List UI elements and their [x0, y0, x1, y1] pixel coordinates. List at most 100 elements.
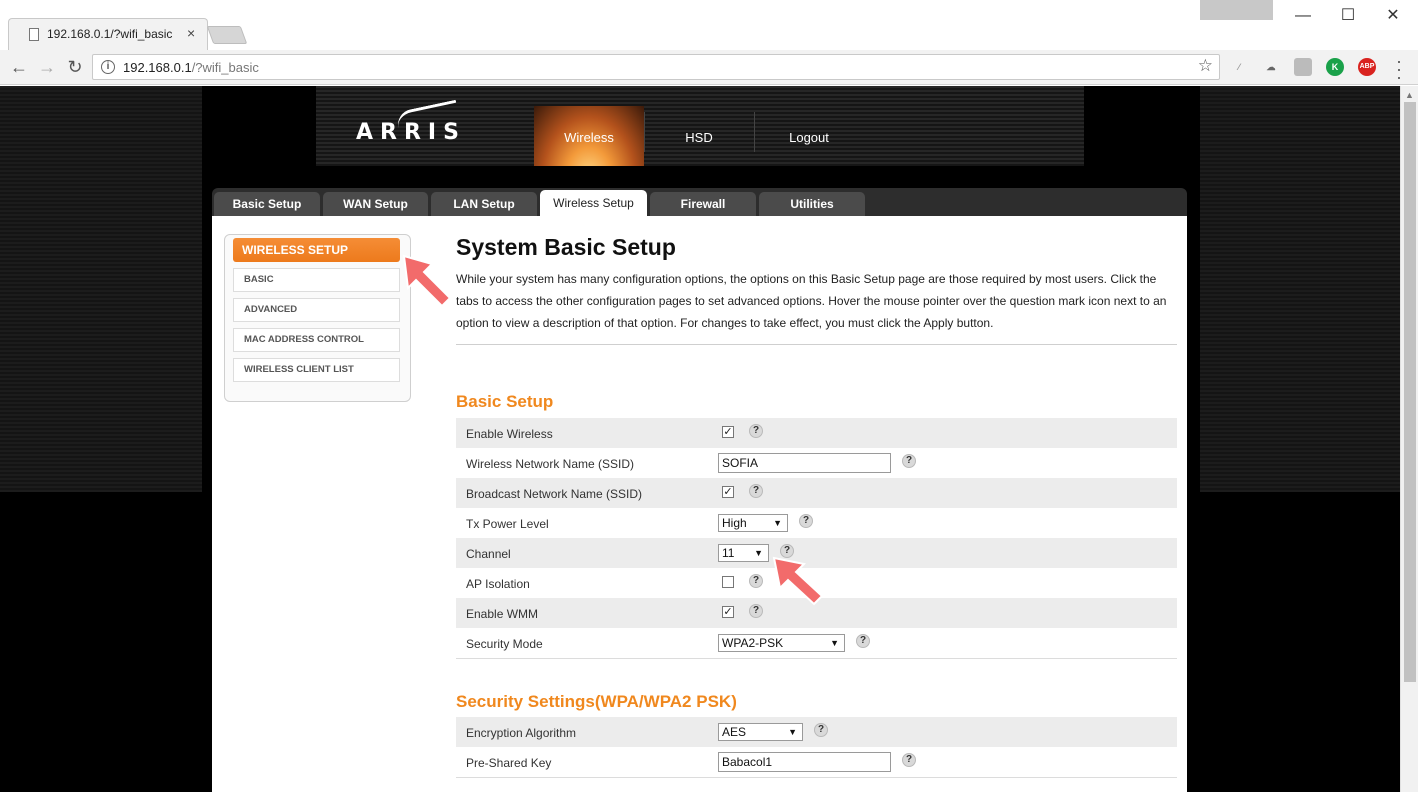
cloud-extension-icon[interactable]: ☁ [1262, 58, 1280, 76]
help-icon[interactable]: ? [749, 424, 763, 438]
chevron-down-icon: ▼ [773, 518, 782, 528]
broadcast-ssid-checkbox[interactable]: ✓ [722, 486, 734, 498]
enable-wmm-label: Enable WMM [466, 607, 539, 621]
security-mode-row: Security Mode WPA2-PSK ▼ ? [456, 628, 1177, 658]
scroll-up-icon[interactable]: ▲ [1405, 90, 1414, 100]
page-scrollbar[interactable]: ▲ [1400, 86, 1418, 792]
help-icon[interactable]: ? [814, 723, 828, 737]
tx-power-row: Tx Power Level High ▼ ? [456, 508, 1177, 538]
annotation-arrow [402, 254, 452, 308]
titlebar-block [1200, 0, 1273, 20]
tab-wan-setup[interactable]: WAN Setup [323, 192, 428, 216]
address-bar[interactable]: i 192.168.0.1/?wifi_basic ☆ [92, 54, 1220, 80]
basic-setup-title: Basic Setup [456, 392, 554, 411]
channel-label: Channel [466, 547, 511, 561]
browser-menu-icon[interactable]: · · · [1396, 52, 1402, 86]
wand-extension-icon[interactable]: ⁄ [1230, 58, 1248, 76]
maximize-button[interactable]: ☐ [1325, 2, 1371, 30]
reload-icon[interactable]: ↻ [64, 56, 86, 78]
page-icon [29, 28, 39, 41]
window-extension-icon[interactable] [1294, 58, 1312, 76]
tab-lan-setup[interactable]: LAN Setup [431, 192, 537, 216]
psk-input[interactable]: Babacol1 [718, 752, 891, 772]
help-icon[interactable]: ? [749, 484, 763, 498]
url-path: /?wifi_basic [191, 60, 259, 75]
security-mode-select[interactable]: WPA2-PSK ▼ [718, 634, 845, 652]
encryption-row: Encryption Algorithm AES ▼ ? [456, 717, 1177, 747]
browser-tab-title: 192.168.0.1/?wifi_basic [47, 27, 173, 41]
intro-text: While your system has many configuration… [456, 272, 1167, 330]
security-settings-title: Security Settings(WPA/WPA2 PSK) [456, 692, 737, 711]
tab-firewall[interactable]: Firewall [650, 192, 756, 216]
new-tab-button[interactable] [206, 26, 248, 44]
divider [456, 344, 1177, 345]
bookmark-star-icon[interactable]: ☆ [1198, 56, 1213, 76]
security-mode-value: WPA2-PSK [722, 636, 784, 650]
chevron-down-icon: ▼ [830, 638, 839, 648]
annotation-arrow [772, 556, 824, 606]
content-panel: WIRELESS SETUP BASIC ADVANCED MAC ADDRES… [212, 216, 1187, 792]
topnav-logout[interactable]: Logout [754, 106, 864, 166]
enable-wmm-checkbox[interactable]: ✓ [722, 606, 734, 618]
k-extension-icon[interactable]: K [1326, 58, 1344, 76]
scroll-thumb[interactable] [1404, 102, 1416, 682]
subnav-item-basic[interactable]: BASIC [233, 268, 400, 292]
subnav-item-wireless-client-list[interactable]: WIRELESS CLIENT LIST [233, 358, 400, 382]
browser-toolbar: ← → ↻ i 192.168.0.1/?wifi_basic ☆ ⁄ ☁ K … [0, 50, 1418, 86]
security-mode-label: Security Mode [466, 637, 543, 651]
chevron-down-icon: ▼ [754, 548, 763, 558]
tx-power-value: High [722, 516, 747, 530]
adblock-icon[interactable]: ABP [1358, 58, 1376, 76]
info-icon[interactable]: i [101, 60, 115, 74]
encryption-value: AES [722, 725, 747, 739]
help-icon[interactable]: ? [749, 574, 763, 588]
channel-select[interactable]: 11 ▼ [718, 544, 769, 562]
broadcast-ssid-label: Broadcast Network Name (SSID) [466, 487, 643, 501]
url-host: 192.168.0.1 [123, 60, 192, 75]
help-icon[interactable]: ? [799, 514, 813, 528]
minimize-button[interactable]: — [1280, 2, 1326, 30]
broadcast-ssid-row: Broadcast Network Name (SSID) ✓ ? [456, 478, 1177, 508]
tab-utilities[interactable]: Utilities [759, 192, 865, 216]
topnav-hsd[interactable]: HSD [644, 106, 754, 166]
browser-tab[interactable]: 192.168.0.1/?wifi_basic × [8, 18, 208, 50]
chevron-down-icon: ▼ [788, 727, 797, 737]
help-icon[interactable]: ? [902, 753, 916, 767]
main-tabbar: Basic Setup WAN Setup LAN Setup Wireless… [212, 188, 1187, 216]
back-icon[interactable]: ← [8, 56, 30, 78]
channel-value: 11 [722, 546, 735, 560]
background-stripes-right [1200, 86, 1400, 492]
ssid-input[interactable]: SOFIA [718, 453, 891, 473]
enable-wireless-checkbox[interactable]: ✓ [722, 426, 734, 438]
encryption-label: Encryption Algorithm [466, 726, 577, 740]
wireless-subnav: WIRELESS SETUP BASIC ADVANCED MAC ADDRES… [224, 234, 411, 402]
router-header: ARRIS Wireless HSD Logout [316, 86, 1084, 166]
page-title: System Basic Setup [456, 234, 676, 260]
enable-wireless-label: Enable Wireless [466, 427, 553, 441]
subnav-item-mac-address-control[interactable]: MAC ADDRESS CONTROL [233, 328, 400, 352]
page-viewport: ARRIS Wireless HSD Logout Basic Setup WA… [0, 86, 1400, 792]
enable-wireless-row: Enable Wireless ✓ ? [456, 418, 1177, 448]
tx-power-select[interactable]: High ▼ [718, 514, 788, 532]
arris-logo: ARRIS [356, 120, 466, 145]
subnav-item-advanced[interactable]: ADVANCED [233, 298, 400, 322]
ap-isolation-label: AP Isolation [466, 577, 530, 591]
ap-isolation-checkbox[interactable] [722, 576, 734, 588]
subnav-heading[interactable]: WIRELESS SETUP [233, 238, 400, 262]
close-window-button[interactable]: ✕ [1370, 2, 1416, 30]
tab-wireless-setup[interactable]: Wireless Setup [540, 190, 647, 216]
help-icon[interactable]: ? [902, 454, 916, 468]
help-icon[interactable]: ? [749, 604, 763, 618]
section-divider [456, 777, 1177, 778]
tx-power-label: Tx Power Level [466, 517, 549, 531]
tab-basic-setup[interactable]: Basic Setup [214, 192, 320, 216]
encryption-select[interactable]: AES ▼ [718, 723, 803, 741]
browser-titlebar: 192.168.0.1/?wifi_basic × — ☐ ✕ [0, 0, 1418, 50]
section-divider [456, 658, 1177, 659]
help-icon[interactable]: ? [856, 634, 870, 648]
topnav-wireless[interactable]: Wireless [534, 106, 644, 166]
close-tab-icon[interactable]: × [187, 25, 195, 41]
forward-icon[interactable]: → [36, 56, 58, 78]
psk-row: Pre-Shared Key Babacol1 ? [456, 747, 1177, 777]
ssid-label: Wireless Network Name (SSID) [466, 457, 635, 471]
